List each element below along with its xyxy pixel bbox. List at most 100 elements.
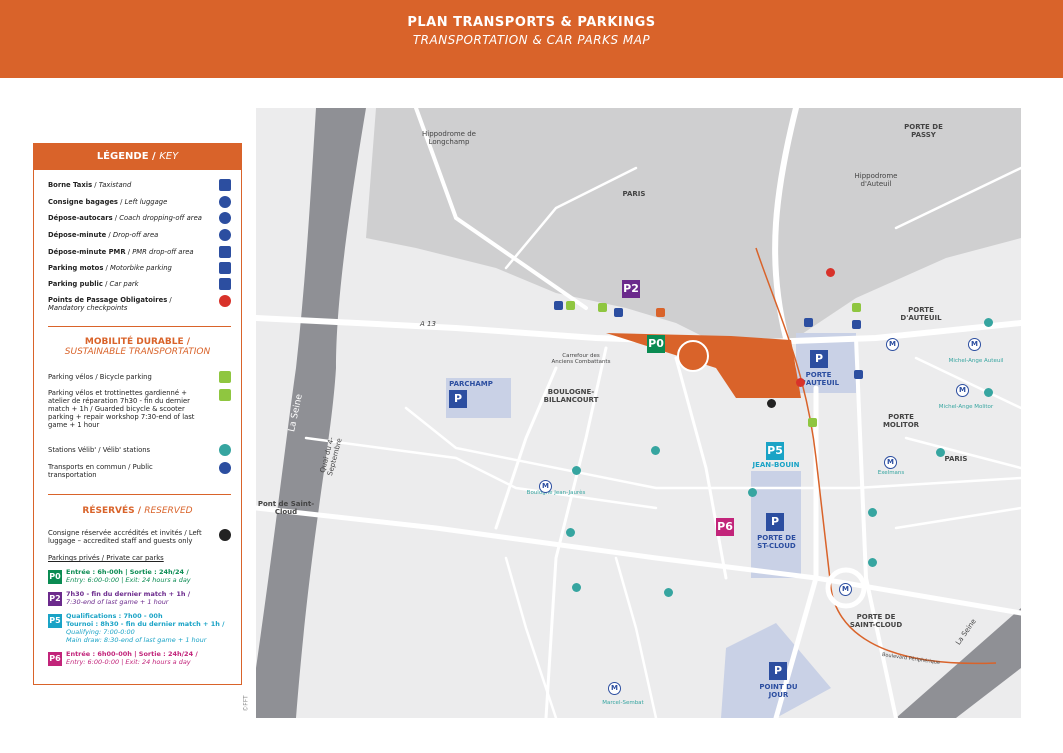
bicycle-icon[interactable] — [808, 418, 817, 427]
motorbike-icon[interactable] — [804, 318, 813, 327]
metro-icon[interactable]: M — [839, 583, 852, 596]
page-header: PLAN TRANSPORTS & PARKINGS TRANSPORTATIO… — [0, 0, 1063, 78]
legend-item-dropoff: Dépose-minute / Drop-off area — [48, 231, 159, 239]
copyright: ©FFT — [242, 695, 250, 712]
checkpoint-icon[interactable] — [826, 268, 835, 277]
velib-icon[interactable] — [664, 588, 673, 597]
legend-item-luggage: Consigne bagages / Left luggage — [48, 198, 168, 206]
reserved-luggage-icon[interactable] — [767, 399, 776, 408]
metro-icon[interactable]: M — [968, 338, 981, 351]
label-boulogne: BOULOGNE- BILLANCOURT — [543, 388, 599, 404]
velib-icon[interactable] — [748, 488, 757, 497]
bicycle-icon[interactable] — [566, 301, 575, 310]
velib-icon[interactable] — [936, 448, 945, 457]
p2-badge: P2 — [48, 592, 62, 606]
wheelchair-icon — [219, 246, 231, 258]
seine-river — [256, 108, 366, 718]
mobility-title: MOBILITÉ DURABLE / SUSTAINABLE TRANSPORTA… — [64, 337, 211, 357]
legend-title: LÉGENDE — [96, 151, 149, 162]
wheelchair-icon[interactable] — [854, 370, 863, 379]
metro-icon[interactable]: M — [884, 456, 897, 469]
metro-icon[interactable]: M — [608, 682, 621, 695]
velib-icon[interactable] — [572, 466, 581, 475]
label-porte-molitor: PORTE MOLITOR — [882, 413, 920, 429]
label-point-du-jour: POINT DU JOUR — [759, 683, 798, 699]
velib-icon[interactable] — [566, 528, 575, 537]
guarded-bicycle-icon — [219, 389, 231, 401]
dropoff-icon[interactable] — [614, 308, 623, 317]
p6-parking-icon[interactable]: P6 — [716, 518, 734, 536]
dropoff-icon — [219, 229, 231, 241]
label-porte-st-cloud-parking: PORTE DE ST-CLOUD — [757, 534, 796, 550]
p6-text: Entrée : 6h00-00h | Sortie : 24h/24 /Ent… — [66, 650, 198, 666]
mobility-item-transport: Transports en commun / Public transporta… — [48, 463, 153, 479]
mobility-item-guarded: Parking vélos et trottinettes gardienné … — [48, 389, 195, 429]
point-du-jour-parking-icon[interactable]: P — [769, 662, 787, 680]
mobility-item-velib: Stations Vélib' / Vélib' stations — [48, 446, 151, 454]
legend-title-en: KEY — [159, 151, 179, 162]
velib-icon[interactable] — [572, 583, 581, 592]
velib-icon[interactable] — [984, 318, 993, 327]
bicycle-icon[interactable] — [852, 303, 861, 312]
label-michel-ange-molitor: Michel-Ange Molitor — [938, 404, 994, 410]
velib-icon[interactable] — [984, 388, 993, 397]
motorbike-icon — [219, 262, 231, 274]
transport-map[interactable]: Hippodrome de Longchamp PARIS PORTE DE P… — [256, 108, 1021, 718]
legend-item-coach: Dépose-autocars / Coach dropping-off are… — [48, 214, 202, 222]
reserved-luggage-icon — [219, 529, 231, 541]
label-a13: A 13 — [420, 320, 436, 328]
bicycle-icon[interactable] — [598, 303, 607, 312]
legend-item-pmr: Dépose-minute PMR / PMR drop-off area — [48, 248, 194, 256]
taxi-icon[interactable] — [852, 320, 861, 329]
porte-st-cloud-parking-icon[interactable]: P — [766, 513, 784, 531]
label-porte-auteuil-right: PORTE D'AUTEUIL — [900, 306, 942, 322]
p0-text: Entrée : 6h-00h | Sortie : 24h/24 /Entry… — [66, 568, 191, 584]
p5-parking-icon[interactable]: P5 — [766, 442, 784, 460]
velib-icon[interactable] — [651, 446, 660, 455]
mobility-item-bicycle: Parking vélos / Bicycle parking — [48, 373, 152, 381]
label-hippodrome-longchamp: Hippodrome de Longchamp — [422, 130, 476, 146]
bus-stop-icon[interactable] — [656, 308, 665, 317]
taxi-icon[interactable] — [554, 301, 563, 310]
label-parchamp: PARCHAMP — [449, 380, 493, 388]
p0-badge: P0 — [48, 570, 62, 584]
label-pont-st-cloud: Pont de Saint-Cloud — [257, 500, 315, 516]
p2-parking-icon[interactable]: P2 — [622, 280, 640, 298]
label-michel-ange-auteuil: Michel-Ange Auteuil — [948, 358, 1004, 364]
reserved-consigne: Consigne réservée accrédités et invités … — [48, 529, 202, 545]
label-porte-saint-cloud: PORTE DE SAINT-CLOUD — [849, 613, 903, 629]
private-parkings-title: Parkings privés / Private car parks — [48, 554, 164, 562]
label-exelmans: Exelmans — [877, 470, 905, 476]
legend-item-checkpoint: Points de Passage Obligatoires / Mandator… — [48, 296, 172, 312]
legend-separator — [48, 326, 231, 327]
label-porte-de-passy: PORTE DE PASSY — [904, 123, 943, 139]
parking-icon — [219, 278, 231, 290]
velib-icon[interactable] — [868, 558, 877, 567]
porte-auteuil-parking-icon[interactable]: P — [810, 350, 828, 368]
legend-item-moto: Parking motos / Motorbike parking — [48, 264, 172, 272]
reserved-title: RÉSERVÉS / RESERVED — [82, 506, 193, 516]
metro-icon[interactable]: M — [956, 384, 969, 397]
legend-item-taxi: Borne Taxis / Taxistand — [48, 181, 132, 189]
parchamp-parking-icon[interactable]: P — [449, 390, 467, 408]
metro-icon[interactable]: M — [886, 338, 899, 351]
label-marcel-sembat: Marcel-Sembat — [602, 700, 644, 706]
p5-text: Qualifications : 7h00 - 00h Tournoi : 8h3… — [66, 612, 225, 644]
checkpoint-icon — [219, 295, 231, 307]
bicycle-icon — [219, 371, 231, 383]
roland-garros-logo-icon — [677, 340, 709, 372]
p6-badge: P6 — [48, 652, 62, 666]
p2-text: 7h30 - fin du dernier match + 1h /7:30-e… — [66, 590, 191, 606]
metro-bus-icon — [219, 462, 231, 474]
label-carrefour: Carrefour des Anciens Combattants — [551, 353, 611, 365]
metro-icon[interactable]: M — [539, 480, 552, 493]
checkpoint-icon[interactable] — [796, 378, 805, 387]
p0-parking-icon[interactable]: P0 — [647, 335, 665, 353]
velib-icon — [219, 444, 231, 456]
luggage-icon — [219, 196, 231, 208]
legend-panel: LÉGENDE / KEY Borne Taxis / Taxistand Co… — [33, 143, 242, 685]
page-title: PLAN TRANSPORTS & PARKINGS — [407, 15, 656, 30]
legend-header: LÉGENDE / KEY — [34, 144, 241, 170]
label-paris-top: PARIS — [622, 190, 646, 198]
velib-icon[interactable] — [868, 508, 877, 517]
